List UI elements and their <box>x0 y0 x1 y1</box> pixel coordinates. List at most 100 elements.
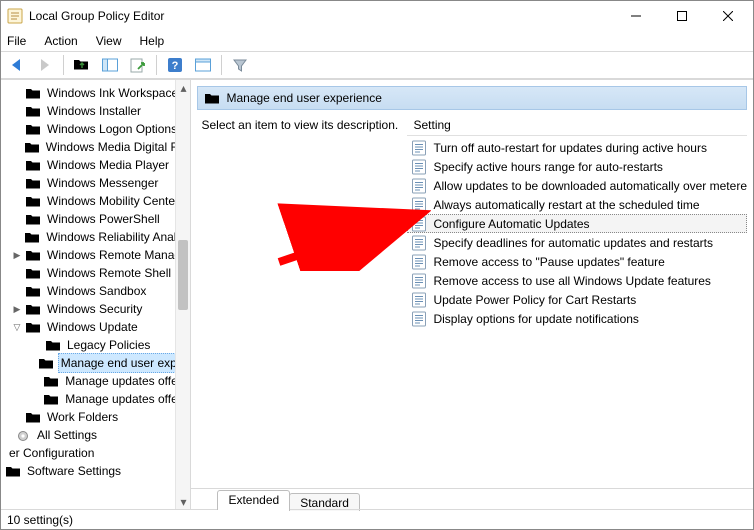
setting-label: Display options for update notifications <box>433 312 638 326</box>
tree-item[interactable]: ▶Windows Remote Manage <box>1 246 190 264</box>
export-list-button[interactable] <box>126 54 150 76</box>
folder-icon <box>45 338 61 352</box>
setting-item[interactable]: Specify active hours range for auto-rest… <box>407 157 747 176</box>
setting-item[interactable]: Display options for update notifications <box>407 309 747 328</box>
folder-icon <box>24 230 40 244</box>
tree-item[interactable]: Windows Media Player <box>1 156 190 174</box>
setting-label: Allow updates to be downloaded automatic… <box>433 179 747 193</box>
column-header-setting[interactable]: Setting <box>407 114 747 136</box>
tree-item[interactable]: Windows Reliability Analys <box>1 228 190 246</box>
settings-icon <box>1 446 3 460</box>
tree-item-label: Legacy Policies <box>65 336 152 354</box>
setting-label: Specify deadlines for automatic updates … <box>433 236 713 250</box>
tree-item[interactable]: Legacy Policies <box>1 336 190 354</box>
menubar: File Action View Help <box>1 31 753 51</box>
settings-icon <box>15 428 31 442</box>
setting-label: Update Power Policy for Cart Restarts <box>433 293 636 307</box>
tab-extended[interactable]: Extended <box>217 490 290 510</box>
status-text: 10 setting(s) <box>7 513 73 527</box>
menu-action[interactable]: Action <box>44 34 77 48</box>
tree-item-label: Windows PowerShell <box>45 210 162 228</box>
help-button[interactable]: ? <box>163 54 187 76</box>
console-tree[interactable]: Windows Ink WorkspaceWindows InstallerWi… <box>1 79 191 509</box>
tree-item-label: Windows Update <box>45 318 140 336</box>
tree-vertical-scrollbar[interactable]: ▴ ▾ <box>175 80 190 509</box>
tree-item[interactable]: Manage updates offere <box>1 390 190 408</box>
setting-label: Specify active hours range for auto-rest… <box>433 160 662 174</box>
tree-item[interactable]: Windows Remote Shell <box>1 264 190 282</box>
tree-item[interactable]: Windows Sandbox <box>1 282 190 300</box>
tree-item[interactable]: Work Folders <box>1 408 190 426</box>
policy-icon <box>411 254 427 270</box>
toolbar: ? <box>1 51 753 79</box>
maximize-button[interactable] <box>659 1 705 31</box>
settings-list[interactable]: Setting Turn off auto-restart for update… <box>407 114 747 488</box>
details-header: Manage end user experience <box>197 86 747 110</box>
show-hide-tree-button[interactable] <box>98 54 122 76</box>
setting-item[interactable]: Update Power Policy for Cart Restarts <box>407 290 747 309</box>
forward-button[interactable] <box>33 54 57 76</box>
folder-icon <box>25 266 41 280</box>
collapse-icon[interactable]: ▽ <box>11 321 23 333</box>
menu-view[interactable]: View <box>96 34 122 48</box>
expand-icon[interactable]: ▶ <box>11 249 23 261</box>
details-header-title: Manage end user experience <box>226 91 381 105</box>
tree-item[interactable]: Windows Logon Options <box>1 120 190 138</box>
menu-help[interactable]: Help <box>140 34 165 48</box>
status-bar: 10 setting(s) <box>1 509 753 529</box>
policy-icon <box>411 235 427 251</box>
tree-item[interactable]: Windows Installer <box>1 102 190 120</box>
setting-item[interactable]: Configure Automatic Updates <box>407 214 747 233</box>
setting-item[interactable]: Turn off auto-restart for updates during… <box>407 138 747 157</box>
setting-label: Remove access to use all Windows Update … <box>433 274 710 288</box>
setting-item[interactable]: Remove access to use all Windows Update … <box>407 271 747 290</box>
setting-item[interactable]: Remove access to "Pause updates" feature <box>407 252 747 271</box>
tree-item[interactable]: Manage updates offere <box>1 372 190 390</box>
tree-item-label: er Configuration <box>7 444 96 462</box>
tree-item[interactable]: ▽ Windows Update <box>1 318 190 336</box>
close-button[interactable] <box>705 1 751 31</box>
tree-item[interactable]: Windows Ink Workspace <box>1 84 190 102</box>
filter-options-button[interactable] <box>191 54 215 76</box>
folder-icon <box>5 464 21 478</box>
folder-icon <box>25 320 41 334</box>
folder-icon <box>25 410 41 424</box>
setting-item[interactable]: Always automatically restart at the sche… <box>407 195 747 214</box>
title-bar: Local Group Policy Editor <box>1 1 753 31</box>
tree-item[interactable]: Windows Mobility Center <box>1 192 190 210</box>
tree-item[interactable]: Manage end user exper <box>1 354 190 372</box>
setting-label: Remove access to "Pause updates" feature <box>433 255 664 269</box>
filter-icon[interactable] <box>228 54 252 76</box>
policy-icon <box>411 197 427 213</box>
folder-icon <box>25 158 41 172</box>
back-button[interactable] <box>5 54 29 76</box>
tree-item-label: Manage updates offere <box>63 372 190 390</box>
folder-icon <box>25 302 41 316</box>
view-tabs: Extended Standard <box>191 488 753 509</box>
tree-item-label: Windows Security <box>45 300 144 318</box>
setting-label: Configure Automatic Updates <box>433 217 589 231</box>
folder-icon <box>25 122 41 136</box>
tree-item-label: Windows Media Player <box>45 156 171 174</box>
expand-icon[interactable]: ▶ <box>11 303 23 315</box>
menu-file[interactable]: File <box>7 34 26 48</box>
tree-item[interactable]: Windows Messenger <box>1 174 190 192</box>
setting-label: Turn off auto-restart for updates during… <box>433 141 706 155</box>
setting-item[interactable]: Allow updates to be downloaded automatic… <box>407 176 747 195</box>
policy-icon <box>411 292 427 308</box>
tree-item[interactable]: er Configuration <box>1 444 190 462</box>
folder-icon <box>25 284 41 298</box>
tree-item-label: Windows Logon Options <box>45 120 179 138</box>
tree-item[interactable]: All Settings <box>1 426 190 444</box>
up-one-level-button[interactable] <box>70 54 94 76</box>
scrollbar-thumb[interactable] <box>178 240 188 310</box>
folder-icon <box>25 104 41 118</box>
tree-item[interactable]: Windows PowerShell <box>1 210 190 228</box>
setting-item[interactable]: Specify deadlines for automatic updates … <box>407 233 747 252</box>
minimize-button[interactable] <box>613 1 659 31</box>
tree-item-label: Work Folders <box>45 408 120 426</box>
folder-icon <box>43 392 59 406</box>
tree-item[interactable]: ▶ Windows Security <box>1 300 190 318</box>
tree-item[interactable]: Windows Media Digital Rig <box>1 138 190 156</box>
tree-item[interactable]: Software Settings <box>1 462 190 480</box>
